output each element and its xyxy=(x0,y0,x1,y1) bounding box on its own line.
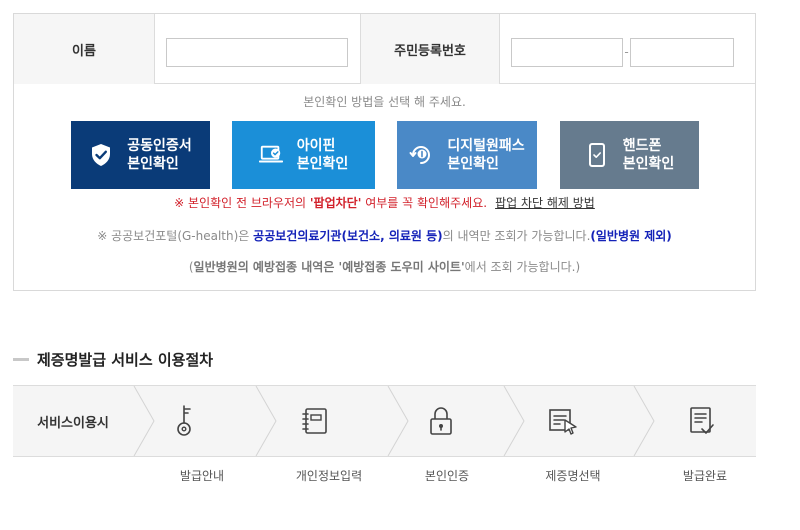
popup-unblock-link[interactable]: 팝업 차단 해제 방법 xyxy=(495,196,595,210)
ipin-auth-button[interactable]: 아이핀 본인확인 xyxy=(232,121,375,189)
digital-onepass-icon xyxy=(409,143,433,167)
ssn-front-input[interactable] xyxy=(511,38,623,67)
title-bar-decoration xyxy=(13,358,29,361)
step-label-issue-guide: 발급안내 xyxy=(179,469,225,483)
step-label-certificate-select: 제증명선택 xyxy=(545,469,601,483)
cert-auth-button[interactable]: 공동인증서 본인확인 xyxy=(71,121,210,189)
digital-onepass-line2: 본인확인 xyxy=(447,156,499,172)
auth-guide-text: 본인확인 방법을 선택 해 주세요. xyxy=(303,95,466,109)
process-steps-bar: 서비스이용시 xyxy=(13,385,756,457)
info1-bold: 공공보건의료기관(보건소, 의료원 등) xyxy=(253,229,443,243)
shield-check-icon xyxy=(89,143,113,167)
step-label-issue-complete: 발급완료 xyxy=(682,469,728,483)
name-input[interactable] xyxy=(166,38,348,67)
phone-auth-button[interactable]: 핸드폰 본인확인 xyxy=(560,121,699,189)
ipin-auth-line2: 본인확인 xyxy=(296,156,349,172)
key-icon xyxy=(169,403,205,439)
chevron-right-icon xyxy=(633,386,655,456)
info1-mid: 의 내역만 조회가 가능합니다. xyxy=(442,229,591,243)
info1-pre: ※ 공공보건포털(G-health)은 xyxy=(97,229,254,243)
info2-post: 에서 조회 가능합니다.) xyxy=(464,260,581,274)
popup-note-pre: ※ 본인확인 전 브라우저의 xyxy=(174,196,310,210)
form-row: 이름 주민등록번호 - xyxy=(14,14,755,84)
chevron-right-icon xyxy=(255,386,277,456)
identity-form-box: 이름 주민등록번호 - 본인확인 방법을 선택 해 주세요. 공동인증서 본인확… xyxy=(13,13,756,291)
smartphone-icon xyxy=(585,143,609,167)
ssn-label: 주민등록번호 xyxy=(360,14,500,84)
info1-bold2: (일반병원 제외) xyxy=(590,229,672,243)
monitor-check-icon xyxy=(258,143,283,167)
lock-icon xyxy=(423,403,459,439)
digital-onepass-line1: 디지털원패스 xyxy=(447,138,525,154)
public-health-info: ※ 공공보건포털(G-health)은 공공보건의료기관(보건소, 의료원 등)… xyxy=(14,227,755,244)
info2-bold: 일반병원의 예방접종 내역은 '예방접종 도우미 사이트' xyxy=(193,260,465,274)
cert-auth-line1: 공동인증서 xyxy=(127,138,192,154)
chevron-right-icon xyxy=(387,386,409,456)
popup-note-post: 여부를 꼭 확인해주세요. xyxy=(361,196,488,210)
ipin-auth-line1: 아이핀 xyxy=(296,138,336,154)
phone-auth-line2: 본인확인 xyxy=(622,156,675,172)
document-select-icon xyxy=(545,403,581,439)
process-section-title: 제증명발급 서비스 이용절차 xyxy=(13,349,213,370)
notebook-icon xyxy=(297,403,333,439)
step-label-identity-verify: 본인인증 xyxy=(424,469,470,483)
chevron-right-icon xyxy=(503,386,525,456)
process-start-label: 서비스이용시 xyxy=(37,415,109,431)
general-hospital-info: (일반병원의 예방접종 내역은 '예방접종 도우미 사이트'에서 조회 가능합니… xyxy=(14,258,755,275)
name-label: 이름 xyxy=(14,14,155,84)
phone-auth-line1: 핸드폰 xyxy=(622,138,662,154)
popup-note-bold: '팝업차단' xyxy=(309,196,362,210)
chevron-right-icon xyxy=(133,386,155,456)
process-title: 제증명발급 서비스 이용절차 xyxy=(37,351,214,369)
ssn-back-input[interactable] xyxy=(630,38,734,67)
cert-auth-line2: 본인확인 xyxy=(127,156,179,172)
step-label-personal-info: 개인정보입력 xyxy=(295,469,363,483)
popup-block-notice: ※ 본인확인 전 브라우저의 '팝업차단' 여부를 꼭 확인해주세요. 팝업 차단… xyxy=(14,194,755,211)
digital-onepass-auth-button[interactable]: 디지털원패스 본인확인 xyxy=(397,121,537,189)
document-complete-icon xyxy=(683,403,719,439)
